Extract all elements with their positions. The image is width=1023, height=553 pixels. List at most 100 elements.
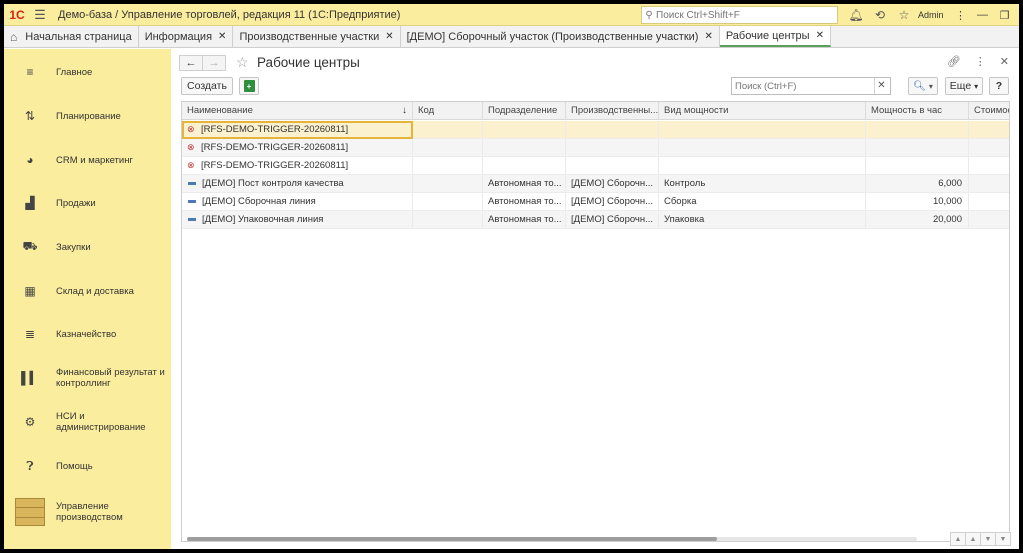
table-cell-area[interactable] — [566, 139, 659, 157]
table-cell-type[interactable] — [659, 157, 866, 175]
table-cell-code[interactable] — [413, 211, 483, 229]
close-tab-icon[interactable]: ✕ — [385, 31, 393, 42]
table-cell-dept[interactable]: Автономная то... — [483, 193, 566, 211]
sidebar-item-finance[interactable]: ▌▍ Финансовый результат и контроллинг — [4, 358, 171, 398]
table-cell-type[interactable] — [659, 121, 866, 139]
close-tab-icon[interactable]: ✕ — [704, 31, 712, 42]
scroll-thumb[interactable] — [187, 537, 717, 541]
list-search-input[interactable] — [732, 80, 874, 92]
table-cell-power[interactable] — [866, 157, 969, 175]
column-header-area[interactable]: Производственны... — [566, 102, 659, 120]
column-header-capacity[interactable]: Мощность в час — [866, 102, 969, 120]
table-cell-dept[interactable] — [483, 157, 566, 175]
find-button[interactable]: 🔍︎ ▾ — [908, 77, 938, 95]
table-cell-name[interactable]: ⊗ [RFS-DEMO-TRIGGER-20260811] — [182, 157, 413, 175]
table-row[interactable]: ⊗ [RFS-DEMO-TRIGGER-20260811] — [182, 121, 1009, 139]
sidebar-item-warehouse[interactable]: ▦ Склад и доставка — [4, 271, 171, 311]
form-menu-icon[interactable]: ⋮ — [975, 55, 986, 68]
table-cell-area[interactable]: [ДЕМО] Сборочн... — [566, 211, 659, 229]
table-cell-dept[interactable] — [483, 139, 566, 157]
work-centers-table[interactable]: Наименование ↓ Код Подразделение Произво… — [181, 101, 1010, 542]
table-cell-code[interactable] — [413, 193, 483, 211]
sidebar-item-sales[interactable]: ▟ Продажи — [4, 183, 171, 223]
close-form-icon[interactable]: ✕ — [1000, 55, 1009, 68]
column-header-code[interactable]: Код — [413, 102, 483, 120]
sidebar-item-help[interactable]: ❓︎ Помощь — [4, 446, 171, 486]
tab-production-areas[interactable]: Производственные участки ✕ — [233, 26, 401, 47]
table-cell-cost[interactable] — [969, 211, 1009, 229]
page-down-icon[interactable]: ▼ — [980, 532, 996, 546]
table-cell-dept[interactable] — [483, 121, 566, 139]
table-cell-cost[interactable] — [969, 139, 1009, 157]
table-cell-power[interactable]: 20,000 — [866, 211, 969, 229]
table-row[interactable]: [ДЕМО] Пост контроля качества Автономная … — [182, 175, 1009, 193]
sidebar-item-treasury[interactable]: ≣ Казначейство — [4, 314, 171, 354]
column-header-department[interactable]: Подразделение — [483, 102, 566, 120]
column-header-name[interactable]: Наименование ↓ — [182, 102, 413, 120]
bell-icon[interactable]: 🔔︎ — [844, 8, 868, 22]
table-cell-area[interactable]: [ДЕМО] Сборочн... — [566, 193, 659, 211]
table-cell-area[interactable] — [566, 157, 659, 175]
favorite-star-icon[interactable]: ☆ — [236, 54, 249, 71]
star-icon[interactable]: ☆ — [892, 8, 916, 22]
table-cell-name[interactable]: [ДЕМО] Пост контроля качества — [182, 175, 413, 193]
table-cell-cost[interactable] — [969, 121, 1009, 139]
page-up-icon[interactable]: ▲ — [965, 532, 981, 546]
table-cell-code[interactable] — [413, 121, 483, 139]
close-tab-icon[interactable]: ✕ — [816, 30, 824, 41]
table-cell-type[interactable]: Контроль — [659, 175, 866, 193]
sidebar-item-planning[interactable]: ⇅ Планирование — [4, 96, 171, 136]
table-cell-cost[interactable] — [969, 193, 1009, 211]
create-button[interactable]: Создать — [181, 77, 233, 95]
table-row[interactable]: ⊗ [RFS-DEMO-TRIGGER-20260811] — [182, 139, 1009, 157]
back-button[interactable]: ← — [179, 55, 203, 71]
table-cell-area[interactable] — [566, 121, 659, 139]
table-cell-name[interactable]: [ДЕМО] Упаковочная линия — [182, 211, 413, 229]
history-icon[interactable]: ⟲ — [868, 8, 892, 22]
link-icon[interactable]: 🔗︎ — [947, 55, 961, 68]
last-page-icon[interactable]: ▼ — [995, 532, 1011, 546]
sidebar-item-main[interactable]: ≡ Главное — [4, 52, 171, 92]
table-cell-dept[interactable]: Автономная то... — [483, 175, 566, 193]
table-cell-name[interactable]: ⊗ [RFS-DEMO-TRIGGER-20260811] — [182, 139, 413, 157]
forward-button[interactable]: → — [202, 55, 226, 71]
table-cell-type[interactable]: Упаковка — [659, 211, 866, 229]
restore-icon[interactable]: ❐ — [994, 9, 1016, 22]
sidebar-item-purchases[interactable]: ⛟ Закупки — [4, 227, 171, 267]
table-row[interactable]: [ДЕМО] Сборочная линия Автономная то... [Д… — [182, 193, 1009, 211]
tab-work-centers[interactable]: Рабочие центры ✕ — [719, 26, 831, 47]
table-cell-power[interactable]: 10,000 — [866, 193, 969, 211]
close-tab-icon[interactable]: ✕ — [218, 31, 226, 42]
close-window-icon[interactable]: ✕ — [1016, 9, 1019, 22]
tab-assembly-area[interactable]: [ДЕМО] Сборочный участок (Производственн… — [400, 26, 720, 47]
minimize-icon[interactable]: — — [972, 9, 994, 21]
current-user[interactable]: Admin — [918, 10, 944, 20]
tab-home[interactable]: ⌂ Начальная страница — [4, 26, 139, 47]
table-cell-type[interactable]: Сборка — [659, 193, 866, 211]
table-cell-code[interactable] — [413, 175, 483, 193]
table-cell-name[interactable]: ⊗ [RFS-DEMO-TRIGGER-20260811] — [182, 121, 413, 139]
sidebar-item-admin[interactable]: ⚙ НСИ и администрирование — [4, 402, 171, 442]
global-search-input[interactable] — [656, 9, 831, 21]
table-cell-type[interactable] — [659, 139, 866, 157]
user-menu-icon[interactable]: ⋮ — [950, 9, 972, 22]
first-page-icon[interactable]: ▲ — [950, 532, 966, 546]
column-header-capacity-type[interactable]: Вид мощности — [659, 102, 866, 120]
more-button[interactable]: Еще ▾ — [945, 77, 983, 95]
table-cell-area[interactable]: [ДЕМО] Сборочн... — [566, 175, 659, 193]
table-cell-power[interactable] — [866, 121, 969, 139]
export-button[interactable]: + — [239, 77, 259, 95]
sidebar-item-crm[interactable]: ◕ CRM и маркетинг — [4, 140, 171, 180]
tab-info[interactable]: Информация ✕ — [138, 26, 234, 47]
table-row[interactable]: ⊗ [RFS-DEMO-TRIGGER-20260811] — [182, 157, 1009, 175]
global-search[interactable]: ⚲ — [641, 6, 838, 24]
table-cell-dept[interactable]: Автономная то... — [483, 211, 566, 229]
table-cell-power[interactable]: 6,000 — [866, 175, 969, 193]
help-button[interactable]: ? — [989, 77, 1009, 95]
table-cell-name[interactable]: [ДЕМО] Сборочная линия — [182, 193, 413, 211]
table-cell-cost[interactable] — [969, 175, 1009, 193]
list-search[interactable]: ✕ — [731, 77, 891, 95]
main-menu-icon[interactable]: ☰ — [30, 4, 50, 26]
table-cell-power[interactable] — [866, 139, 969, 157]
clear-search-icon[interactable]: ✕ — [874, 78, 888, 94]
